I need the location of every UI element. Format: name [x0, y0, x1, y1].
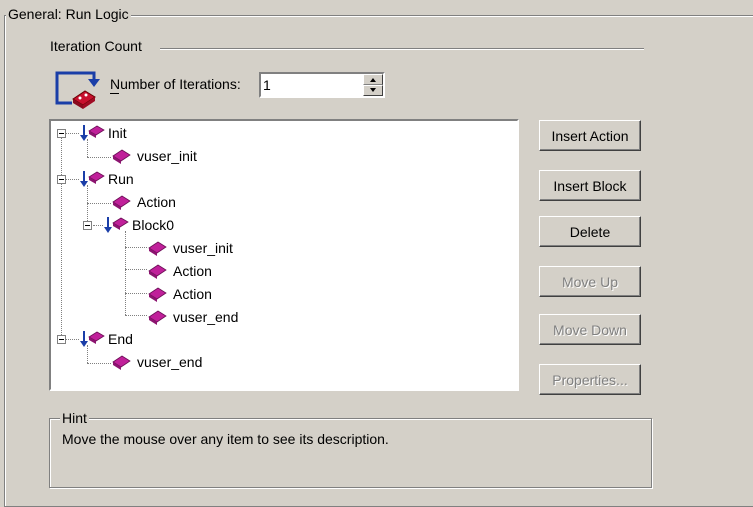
tree-item-action[interactable]: vuser_end — [111, 351, 202, 373]
collapse-toggle-end[interactable] — [57, 335, 66, 344]
tree-item-run[interactable]: Run — [79, 168, 134, 190]
tree-line — [125, 247, 147, 248]
tree-item-label: Action — [137, 194, 176, 210]
iteration-loop-icon — [54, 67, 102, 109]
tree-item-label: Run — [108, 171, 134, 187]
run-logic-tree[interactable]: Init vuser_init Run Action Block0 vuser_… — [49, 119, 519, 391]
tree-line — [125, 231, 126, 315]
tree-item-action[interactable]: vuser_init — [147, 237, 233, 259]
tree-line — [93, 225, 103, 226]
tree-item-action[interactable]: Action — [147, 260, 212, 282]
iterations-spinner[interactable] — [259, 72, 385, 98]
hint-title: Hint — [60, 410, 89, 426]
tree-item-action[interactable]: Action — [147, 283, 212, 305]
tree-item-action[interactable]: Action — [111, 191, 176, 213]
tree-item-action[interactable]: vuser_end — [147, 306, 238, 328]
insert-action-button[interactable]: Insert Action — [539, 120, 641, 151]
tree-line — [65, 133, 79, 134]
action-puzzle-icon — [112, 149, 131, 164]
move-down-button[interactable]: Move Down — [539, 314, 641, 345]
spin-down-button[interactable] — [363, 85, 383, 96]
hint-text: Move the mouse over any item to see its … — [62, 431, 389, 447]
tree-item-block[interactable]: Block0 — [103, 214, 174, 236]
tree-line — [87, 363, 111, 364]
tree-line — [125, 269, 147, 270]
tree-item-label: Action — [173, 286, 212, 302]
collapse-toggle-init[interactable] — [57, 129, 66, 138]
tree-line — [87, 203, 111, 204]
tree-item-label: Action — [173, 263, 212, 279]
iteration-count-title: Iteration Count — [48, 38, 144, 54]
collapse-toggle-block0[interactable] — [83, 221, 92, 230]
iterations-input[interactable] — [263, 76, 359, 94]
tree-line — [87, 185, 88, 225]
tree-item-label: Init — [108, 125, 127, 141]
tree-item-label: Block0 — [132, 217, 175, 233]
action-puzzle-icon — [148, 241, 167, 256]
tree-line — [125, 293, 147, 294]
tree-line — [87, 157, 111, 158]
section-arrow-icon — [104, 217, 129, 233]
section-arrow-icon — [80, 171, 105, 187]
iteration-count-divider — [160, 48, 644, 50]
tree-line — [61, 135, 62, 339]
tree-line — [65, 339, 79, 340]
iterations-label: Number of Iterations: — [110, 76, 241, 92]
properties-button[interactable]: Properties... — [539, 364, 641, 395]
tree-line — [65, 179, 79, 180]
collapse-toggle-run[interactable] — [57, 175, 66, 184]
tree-item-action[interactable]: vuser_init — [111, 145, 197, 167]
section-arrow-icon — [80, 331, 105, 347]
tree-item-end[interactable]: End — [79, 328, 133, 350]
arrow-down-icon — [370, 88, 376, 92]
iterations-label-underline — [110, 93, 119, 94]
action-puzzle-icon — [148, 287, 167, 302]
action-puzzle-icon — [148, 310, 167, 325]
insert-block-button[interactable]: Insert Block — [539, 170, 641, 201]
tree-line — [125, 315, 147, 316]
delete-button[interactable]: Delete — [539, 216, 641, 247]
action-puzzle-icon — [148, 264, 167, 279]
tree-item-init[interactable]: Init — [79, 122, 127, 144]
tree-item-label: End — [108, 331, 133, 347]
action-puzzle-icon — [112, 195, 131, 210]
section-arrow-icon — [80, 125, 105, 141]
arrow-up-icon — [370, 78, 376, 82]
move-up-button[interactable]: Move Up — [539, 266, 641, 297]
iterations-label-text: Number of Iterations: — [110, 76, 241, 92]
run-logic-group-title: General: Run Logic — [6, 6, 131, 22]
tree-item-label: vuser_init — [173, 240, 233, 256]
action-puzzle-icon — [112, 355, 131, 370]
tree-item-label: vuser_end — [137, 354, 203, 370]
hint-group — [49, 418, 652, 488]
tree-item-label: vuser_end — [173, 309, 239, 325]
tree-item-label: vuser_init — [137, 148, 197, 164]
spin-up-button[interactable] — [363, 74, 383, 85]
